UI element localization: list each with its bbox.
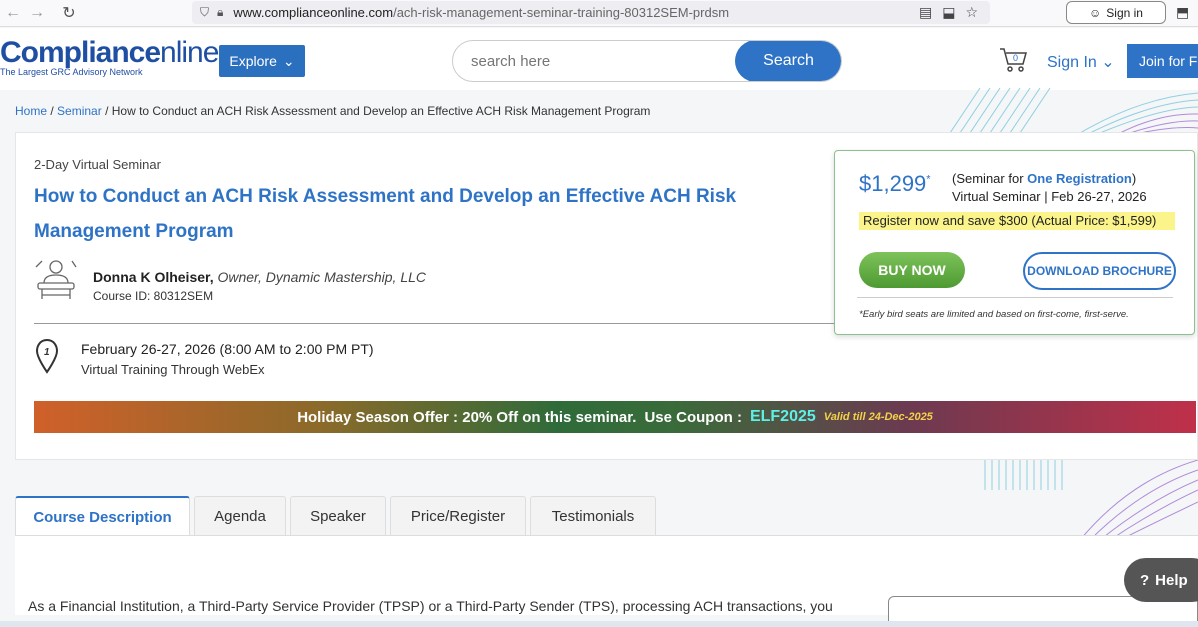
course-tabs: Course Description Agenda Speaker Price/… <box>15 496 656 536</box>
page-title: How to Conduct an ACH Risk Assessment an… <box>34 186 737 242</box>
tab-speaker[interactable]: Speaker <box>290 496 386 535</box>
breadcrumb-home[interactable]: Home <box>15 104 47 118</box>
site-header: Compliancenline The Largest GRC Advisory… <box>0 28 1198 90</box>
forward-arrow-icon[interactable]: → <box>26 2 48 24</box>
bookmark-star-icon[interactable]: ☆ <box>965 4 978 21</box>
decorative-lines <box>949 88 1198 133</box>
logo[interactable]: Compliancenline The Largest GRC Advisory… <box>0 38 219 78</box>
tab-price-register[interactable]: Price/Register <box>390 496 526 535</box>
back-arrow-icon[interactable]: ← <box>2 2 24 24</box>
save-page-icon[interactable]: ⬓ <box>942 4 955 21</box>
question-icon: ? <box>1140 571 1150 589</box>
course-id: Course ID: 80312SEM <box>93 289 214 303</box>
offer-text: Holiday Season Offer : 20% Off on this s… <box>297 408 637 426</box>
tab-testimonials[interactable]: Testimonials <box>530 496 656 535</box>
browser-toolbar: ← → ↻ ⛉ 🔒︎ www.complianceonline.com/ach-… <box>0 0 1198 27</box>
chevron-down-icon: ⌄ <box>1101 54 1115 71</box>
coupon-label: Use Coupon : <box>644 408 742 426</box>
svg-text:1: 1 <box>44 347 50 358</box>
cart-icon[interactable]: 0 <box>998 46 1028 74</box>
explore-button[interactable]: Explore ⌄ <box>219 45 305 77</box>
offer-validity: Valid till 24-Dec-2025 <box>823 411 933 423</box>
reader-view-icon[interactable]: ▤ <box>919 4 932 21</box>
seminar-venue: Virtual Training Through WebEx <box>81 362 265 377</box>
tab-course-description[interactable]: Course Description <box>15 496 190 536</box>
reload-icon[interactable]: ↻ <box>58 2 80 24</box>
breadcrumb-current: How to Conduct an ACH Risk Assessment an… <box>111 104 651 118</box>
coupon-code: ELF2025 <box>749 408 816 425</box>
price: $1,299* <box>859 171 931 196</box>
extensions-icon[interactable]: ⬒ <box>1176 4 1189 21</box>
url-text: www.complianceonline.com/ach-risk-manage… <box>233 5 730 20</box>
speaker-icon <box>35 260 77 299</box>
tab-agenda[interactable]: Agenda <box>194 496 286 535</box>
decorative-lines-lower <box>984 460 1198 540</box>
join-button[interactable]: Join for Fr <box>1127 44 1198 78</box>
os-taskbar <box>0 621 1198 627</box>
search-input[interactable] <box>471 51 731 71</box>
calendar-pin-icon: 1 <box>35 338 59 374</box>
search-button[interactable]: Search <box>735 41 841 81</box>
offer-banner: Holiday Season Offer : 20% Off on this s… <box>34 401 1196 433</box>
shield-icon: ⛉ <box>200 5 210 19</box>
divider <box>857 297 1173 298</box>
buy-now-button[interactable]: BUY NOW <box>859 252 965 288</box>
lock-icon: 🔒︎ <box>217 5 224 19</box>
help-button[interactable]: ? Help <box>1124 558 1198 602</box>
seminar-type: 2-Day Virtual Seminar <box>34 157 161 172</box>
breadcrumb: Home / Seminar / How to Conduct an ACH R… <box>15 104 651 118</box>
address-bar[interactable]: ⛉ 🔒︎ www.complianceonline.com/ach-risk-m… <box>192 1 990 24</box>
divider <box>34 323 854 324</box>
signin-link[interactable]: Sign In ⌄ <box>1047 52 1115 72</box>
chevron-down-icon: ⌄ <box>282 52 295 69</box>
save-note: Register now and save $300 (Actual Price… <box>859 212 1175 230</box>
registration-date: Virtual Seminar | Feb 26-27, 2026 <box>952 189 1147 204</box>
course-description-text: As a Financial Institution, a Third-Part… <box>28 598 833 614</box>
pricing-panel: $1,299* (Seminar for One Registration) V… <box>834 150 1195 335</box>
search-bar: Search <box>452 40 842 82</box>
cart-count: 0 <box>1013 53 1018 63</box>
browser-signin-button[interactable]: ☺ Sign in <box>1066 1 1166 24</box>
download-brochure-button[interactable]: DOWNLOAD BROCHURE <box>1023 252 1176 290</box>
breadcrumb-seminar[interactable]: Seminar <box>57 104 102 118</box>
seminar-date: February 26-27, 2026 (8:00 AM to 2:00 PM… <box>81 341 374 357</box>
account-icon: ☺ <box>1089 5 1102 20</box>
early-bird-note: *Early bird seats are limited and based … <box>859 309 1129 320</box>
speaker-name[interactable]: Donna K Olheiser, Owner, Dynamic Masters… <box>93 269 426 285</box>
registration-type: (Seminar for One Registration) <box>952 171 1137 186</box>
